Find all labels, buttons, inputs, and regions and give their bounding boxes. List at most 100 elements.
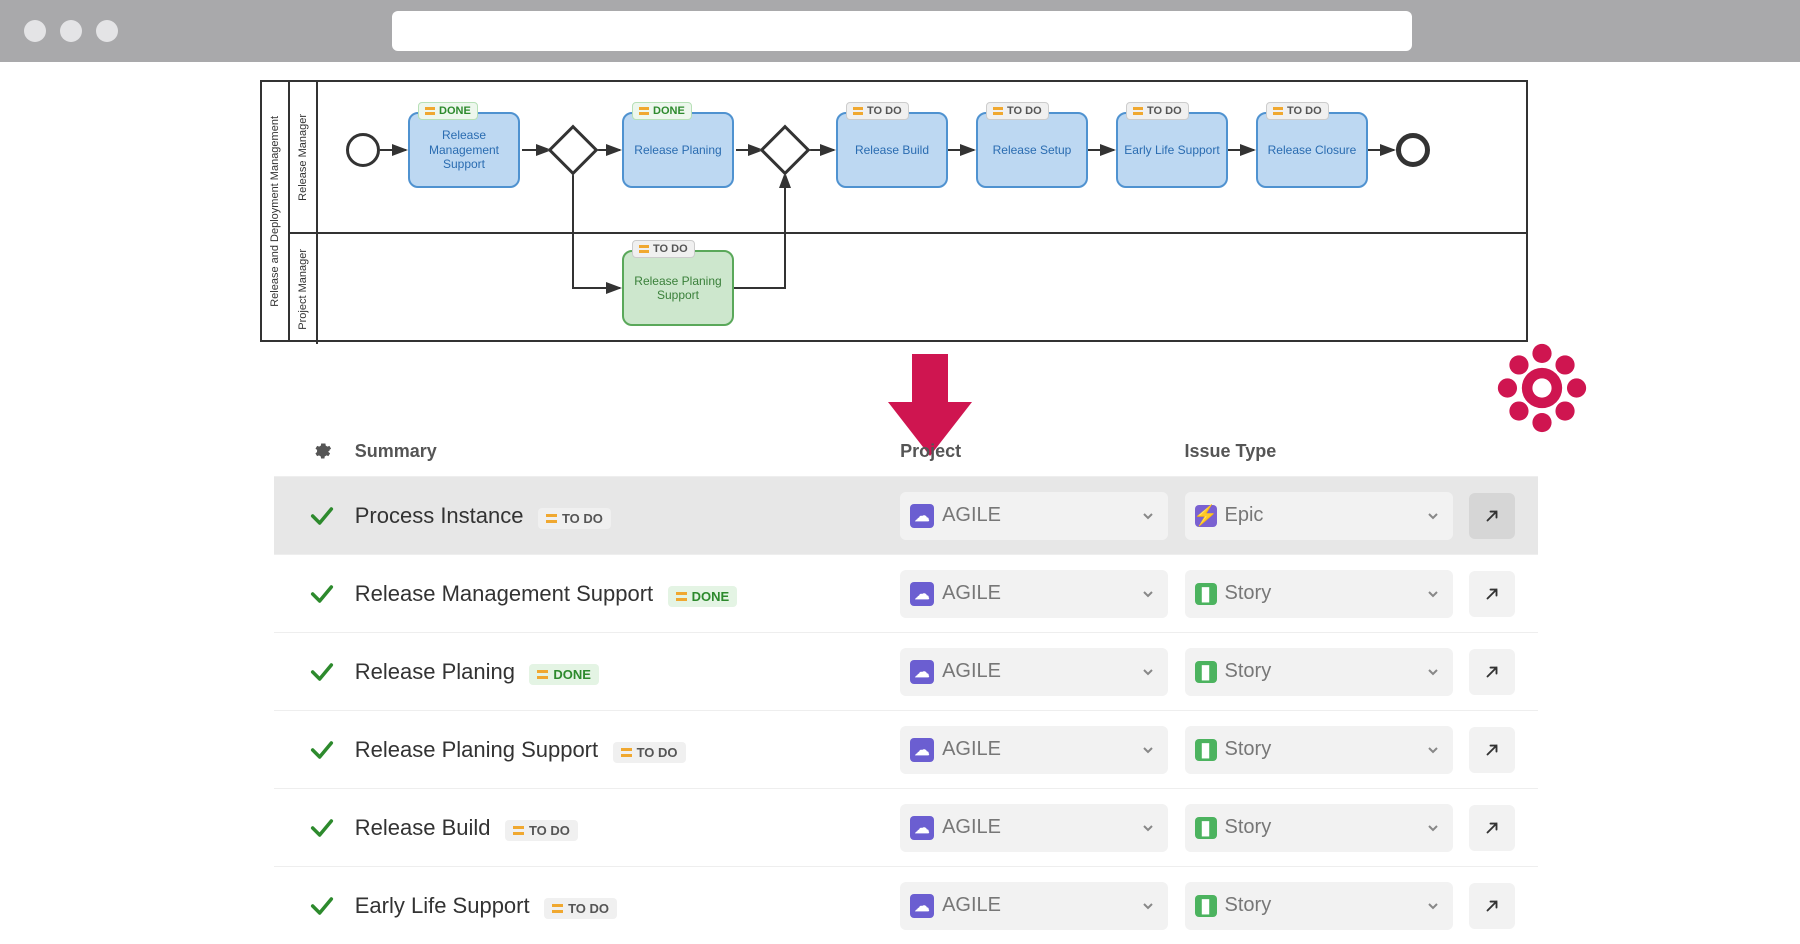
open-issue-button[interactable] [1469, 571, 1515, 617]
open-arrow-icon [1483, 741, 1501, 759]
task-release-setup[interactable]: TO DO Release Setup [976, 112, 1088, 188]
start-event[interactable] [346, 133, 380, 167]
bars-icon [676, 592, 687, 601]
table-row[interactable]: Process Instance TO DO ☁ AGILE ⚡Epic [274, 476, 1538, 554]
status-badge: DONE [418, 102, 478, 120]
gateway-1[interactable] [548, 125, 599, 176]
issue-type-select[interactable]: ▮Story [1185, 882, 1453, 930]
task-label: Release Management Support [414, 128, 514, 171]
status-badge: TO DO [538, 508, 611, 529]
checkmark-icon [308, 736, 336, 764]
table-row[interactable]: Release Build TO DO ☁AGILE ▮Story [274, 788, 1538, 866]
chevron-down-icon [1142, 744, 1154, 756]
header-issue-type: Issue Type [1185, 441, 1469, 462]
project-icon: ☁ [910, 894, 934, 918]
bars-icon [425, 107, 435, 115]
project-name: AGILE [942, 660, 1001, 683]
issue-type-name: Story [1225, 660, 1272, 683]
project-select[interactable]: ☁AGILE [900, 648, 1168, 696]
issue-type-icon: ▮ [1195, 583, 1217, 605]
project-icon: ☁ [910, 816, 934, 840]
project-icon: ☁ [910, 582, 934, 606]
lane-label-project-manager: Project Manager [290, 232, 318, 344]
task-label: Release Planing [634, 143, 721, 157]
issue-type-select[interactable]: ▮Story [1185, 804, 1453, 852]
issue-type-icon: ▮ [1195, 661, 1217, 683]
issue-table: Summary Project Issue Type Process Insta… [274, 426, 1538, 944]
task-release-planing[interactable]: DONE Release Planing [622, 112, 734, 188]
table-row[interactable]: Early Life Support TO DO ☁AGILE ▮Story [274, 866, 1538, 944]
chevron-down-icon [1142, 666, 1154, 678]
bpmn-diagram: Release and Deployment Management Releas… [260, 80, 1528, 342]
bars-icon [621, 748, 632, 757]
issue-type-select[interactable]: ⚡Epic [1185, 492, 1453, 540]
row-summary-text: Process Instance [355, 503, 524, 528]
pool-label: Release and Deployment Management [262, 82, 290, 340]
settings-gear-icon[interactable] [312, 441, 332, 461]
row-summary-text: Release Planing Support [355, 737, 598, 762]
project-select[interactable]: ☁ AGILE [900, 882, 1168, 930]
status-badge: TO DO [1126, 102, 1189, 120]
open-issue-button[interactable] [1469, 727, 1515, 773]
status-badge: DONE [668, 586, 738, 607]
project-name: AGILE [942, 894, 1001, 917]
gateway-2[interactable] [760, 125, 811, 176]
task-release-planing-support[interactable]: TO DO Release Planing Support [622, 250, 734, 326]
open-issue-button[interactable] [1469, 649, 1515, 695]
checkmark-icon [308, 502, 336, 530]
bars-icon [537, 670, 548, 679]
issue-type-select[interactable]: ▮ Story [1185, 648, 1453, 696]
issue-type-name: Story [1225, 894, 1272, 917]
open-issue-button[interactable] [1469, 883, 1515, 929]
task-label: Release Planing Support [628, 274, 728, 303]
issue-type-icon: ▮ [1195, 739, 1217, 761]
chevron-down-icon [1142, 510, 1154, 522]
bars-icon [1133, 107, 1143, 115]
window-dot [96, 20, 118, 42]
browser-chrome [0, 0, 1800, 62]
project-select[interactable]: ☁ AGILE [900, 492, 1168, 540]
address-bar[interactable] [392, 11, 1412, 51]
chevron-down-icon [1427, 666, 1439, 678]
project-name: AGILE [942, 504, 1001, 527]
table-header: Summary Project Issue Type [274, 426, 1538, 476]
issue-type-select[interactable]: ▮Story [1185, 726, 1453, 774]
issue-type-icon: ▮ [1195, 817, 1217, 839]
project-select[interactable]: ☁ AGILE [900, 804, 1168, 852]
table-row[interactable]: Release Planing DONE ☁AGILE ▮Story [274, 632, 1538, 710]
open-issue-button[interactable] [1469, 493, 1515, 539]
status-badge: DONE [632, 102, 692, 120]
open-issue-button[interactable] [1469, 805, 1515, 851]
task-release-closure[interactable]: TO DO Release Closure [1256, 112, 1368, 188]
project-select[interactable]: ☁ AGILE [900, 726, 1168, 774]
task-early-life-support[interactable]: TO DO Early Life Support [1116, 112, 1228, 188]
open-arrow-icon [1483, 585, 1501, 603]
project-icon: ☁ [910, 504, 934, 528]
task-label: Release Build [855, 143, 929, 157]
project-name: AGILE [942, 816, 1001, 839]
status-badge: TO DO [1266, 102, 1329, 120]
gear-flower-icon [1494, 340, 1590, 436]
issue-type-select[interactable]: ▮Story [1185, 570, 1453, 618]
checkmark-icon [308, 580, 336, 608]
issue-type-name: Epic [1225, 504, 1264, 527]
chevron-down-icon [1427, 900, 1439, 912]
status-badge: TO DO [544, 898, 617, 919]
bars-icon [513, 826, 524, 835]
status-badge: TO DO [505, 820, 578, 841]
chevron-down-icon [1427, 822, 1439, 834]
task-release-build[interactable]: TO DO Release Build [836, 112, 948, 188]
lane-label-release-manager: Release Manager [290, 82, 318, 232]
project-icon: ☁ [910, 738, 934, 762]
chevron-down-icon [1142, 900, 1154, 912]
window-dot [60, 20, 82, 42]
task-release-management-support[interactable]: DONE Release Management Support [408, 112, 520, 188]
project-name: AGILE [942, 738, 1001, 761]
bars-icon [639, 245, 649, 253]
lane-divider [318, 232, 1526, 234]
project-select[interactable]: ☁AGILE [900, 570, 1168, 618]
table-row[interactable]: Release Management Support DONE ☁AGILE ▮… [274, 554, 1538, 632]
table-row[interactable]: Release Planing Support TO DO ☁AGILE ▮St… [274, 710, 1538, 788]
row-summary-text: Release Planing [355, 659, 515, 684]
end-event[interactable] [1396, 133, 1430, 167]
